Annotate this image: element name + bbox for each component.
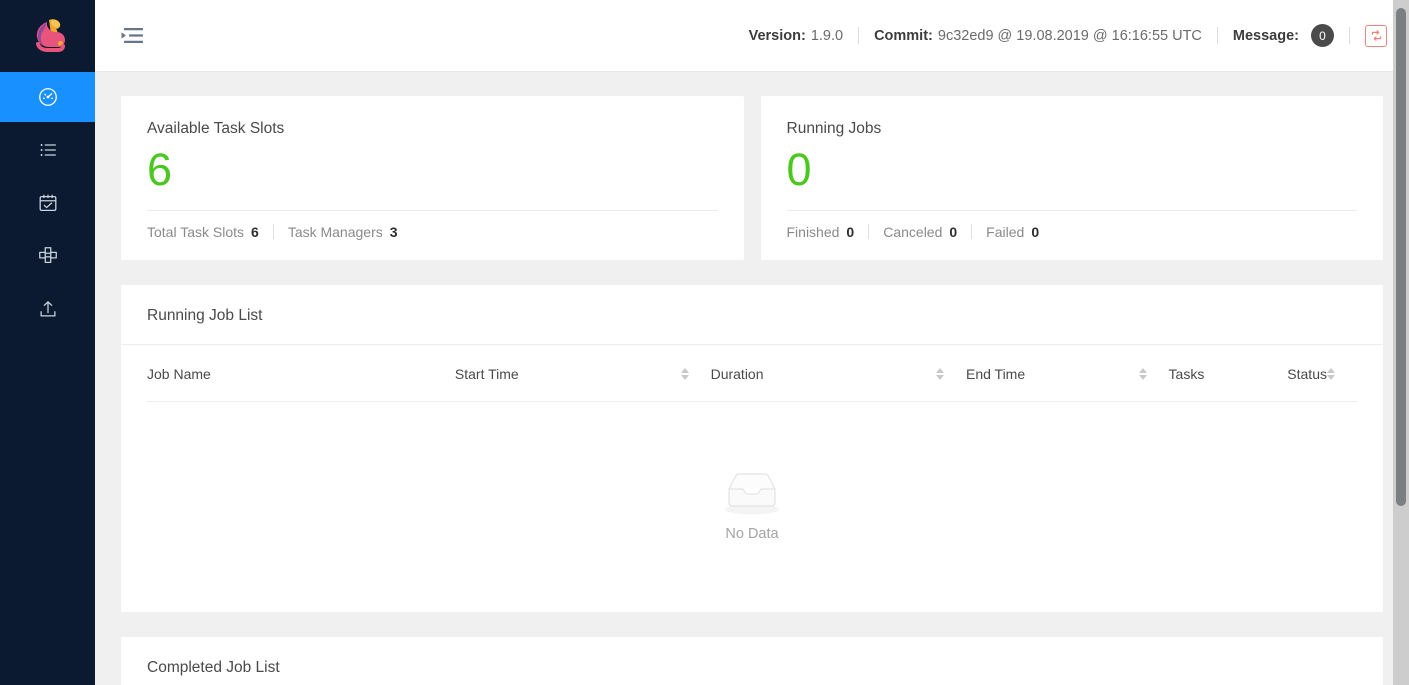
menu-unfold-icon	[121, 27, 143, 43]
vertical-scrollbar[interactable]	[1393, 0, 1409, 685]
header-info: Version: 1.9.0 Commit: 9c32ed9 @ 19.08.2…	[749, 24, 1387, 47]
caret-down-icon	[1138, 374, 1147, 380]
footer-divider	[868, 224, 870, 240]
column-header-job-name: Job Name	[147, 344, 455, 402]
sort-toggle-start-time[interactable]	[680, 367, 711, 380]
sidebar-item-dashboard[interactable]	[0, 72, 95, 122]
caret-up-icon	[1327, 367, 1335, 373]
commit-value: 9c32ed9 @ 19.08.2019 @ 16:16:55 UTC	[937, 27, 1202, 44]
stat-card-available-task-slots: Available Task Slots 6 Total Task Slots …	[121, 96, 744, 260]
stat-footer: Total Task Slots 6 Task Managers 3	[147, 224, 718, 240]
footer-divider	[971, 224, 973, 240]
stat-divider	[147, 209, 718, 211]
table-header-row: Job Name Start Time Duration End Time Ta…	[147, 344, 1357, 402]
message-count-badge[interactable]: 0	[1311, 24, 1334, 47]
completed-job-list-title: Completed Job List	[121, 637, 1383, 685]
column-label: Tasks	[1168, 365, 1205, 382]
stat-footer-label: Failed	[986, 223, 1025, 240]
stat-footer-label: Finished	[786, 223, 840, 240]
stat-cards-row: Available Task Slots 6 Total Task Slots …	[121, 96, 1383, 260]
sidebar-item-job-manager[interactable]	[0, 231, 95, 281]
column-label: Job Name	[147, 365, 211, 382]
commit-label: Commit:	[874, 27, 933, 44]
list-icon	[40, 143, 56, 157]
stat-card-running-jobs: Running Jobs 0 Finished 0 Canceled 0 Fai…	[760, 96, 1383, 260]
caret-up-icon	[935, 367, 944, 373]
column-header-end-time[interactable]: End Time	[965, 344, 1169, 402]
upload-icon	[39, 301, 56, 317]
message-label: Message:	[1232, 27, 1299, 44]
stat-footer-value: 0	[846, 223, 855, 240]
stat-footer-value: 3	[389, 223, 398, 240]
sidebar-item-task-managers[interactable]	[0, 178, 95, 228]
caret-down-icon	[680, 374, 689, 380]
sort-toggle-end-time[interactable]	[1138, 367, 1169, 380]
column-label: Duration	[710, 365, 764, 382]
grid-blocks-icon	[38, 247, 57, 264]
column-header-start-time[interactable]: Start Time	[454, 344, 711, 402]
stat-footer-value: 6	[251, 223, 259, 240]
main-area: Version: 1.9.0 Commit: 9c32ed9 @ 19.08.2…	[95, 0, 1409, 685]
column-header-duration[interactable]: Duration	[710, 344, 966, 402]
running-job-table-wrap: Job Name Start Time Duration End Time Ta…	[121, 344, 1383, 612]
stat-footer: Finished 0 Canceled 0 Failed 0	[787, 224, 1358, 240]
caret-up-icon	[680, 367, 689, 373]
stat-divider	[786, 209, 1357, 211]
stat-footer-value: 0	[949, 223, 958, 240]
header-divider-2	[1216, 27, 1218, 44]
completed-job-list-card: Completed Job List	[121, 636, 1383, 685]
refresh-button[interactable]	[1365, 24, 1387, 47]
stat-title: Running Jobs	[786, 120, 882, 137]
caret-down-icon	[1327, 374, 1335, 380]
stat-footer-value: 0	[1031, 223, 1040, 240]
running-job-list-empty-state: No Data	[147, 402, 1357, 612]
running-job-list-card: Running Job List Job Name Start Time Dur…	[121, 284, 1383, 612]
caret-down-icon	[935, 374, 944, 380]
column-label: Status	[1287, 365, 1327, 382]
stat-value: 0	[786, 144, 812, 195]
column-label: Start Time	[454, 365, 519, 382]
app-logo[interactable]	[0, 0, 95, 72]
empty-inbox-icon	[725, 473, 779, 515]
column-header-status[interactable]: Status	[1287, 344, 1357, 402]
scrollbar-thumb[interactable]	[1396, 8, 1406, 506]
sidebar-item-submit-job[interactable]	[0, 284, 95, 334]
refresh-sync-icon	[1371, 30, 1381, 41]
caret-up-icon	[1138, 367, 1147, 373]
content-scroll-area: Available Task Slots 6 Total Task Slots …	[95, 72, 1409, 685]
column-header-tasks: Tasks	[1168, 344, 1288, 402]
sort-toggle-status[interactable]	[1327, 367, 1357, 380]
calendar-check-icon	[39, 194, 56, 211]
sidebar-item-jobs[interactable]	[0, 125, 95, 175]
running-job-list-title: Running Job List	[121, 285, 1383, 345]
flink-dashboard-app: Version: 1.9.0 Commit: 9c32ed9 @ 19.08.2…	[0, 0, 1409, 685]
stat-footer-label: Canceled	[883, 223, 943, 240]
menu-toggle-button[interactable]	[121, 27, 143, 45]
stat-value: 6	[147, 144, 173, 195]
running-job-table: Job Name Start Time Duration End Time Ta…	[147, 344, 1357, 402]
apache-flink-squirrel-logo	[35, 19, 65, 52]
sort-toggle-duration[interactable]	[935, 367, 966, 380]
stat-title: Available Task Slots	[147, 120, 285, 137]
footer-divider	[272, 224, 274, 240]
column-label: End Time	[965, 365, 1026, 382]
header-divider-1	[858, 27, 860, 44]
empty-state-text: No Data	[725, 526, 779, 543]
sidebar	[0, 0, 95, 685]
header-divider-3	[1349, 27, 1350, 44]
version-label: Version:	[748, 27, 806, 44]
stat-footer-label: Total Task Slots	[147, 223, 245, 240]
stat-footer-label: Task Managers	[287, 223, 383, 240]
dashboard-gauge-icon	[38, 88, 57, 106]
top-header: Version: 1.9.0 Commit: 9c32ed9 @ 19.08.2…	[95, 0, 1409, 72]
version-value: 1.9.0	[810, 27, 844, 44]
